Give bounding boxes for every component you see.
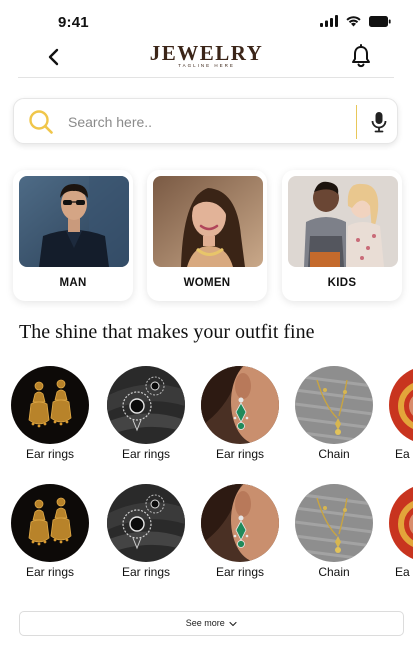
see-more-button[interactable]: See more <box>19 611 404 636</box>
product-label: Ear rings <box>121 565 171 579</box>
section-tagline: The shine that makes your outfit fine <box>19 321 315 343</box>
product-image-bangles <box>389 484 413 562</box>
product-image-ear-rings <box>201 366 279 444</box>
product-label: Ear rings <box>25 447 75 461</box>
product-image-bangles <box>389 366 413 444</box>
battery-icon <box>369 16 391 27</box>
product-item[interactable]: Ear rings <box>11 484 93 584</box>
product-item[interactable]: Chain <box>295 484 377 584</box>
search-icon[interactable] <box>28 109 54 135</box>
product-label: Chain <box>318 565 350 579</box>
chevron-down-icon <box>229 621 237 626</box>
category-card-women[interactable]: WOMEN <box>147 170 267 301</box>
product-label: Chain <box>318 447 350 461</box>
category-image-women <box>153 176 263 267</box>
product-item[interactable]: Ea <box>389 366 413 466</box>
notification-button[interactable] <box>350 44 372 68</box>
product-item[interactable]: Ear rings <box>107 484 189 584</box>
status-icons <box>320 15 391 27</box>
category-card-man[interactable]: MAN <box>13 170 133 301</box>
product-item[interactable]: Ear rings <box>11 366 93 466</box>
category-image-man <box>19 176 129 267</box>
product-image-chain <box>295 366 373 444</box>
product-label: Ea <box>395 447 410 461</box>
product-image-ear-rings <box>11 366 89 444</box>
product-image-ear-rings <box>11 484 89 562</box>
category-card-kids[interactable]: KIDS <box>282 170 402 301</box>
search-divider <box>356 105 357 139</box>
signal-icon <box>320 15 338 27</box>
category-image-kids <box>288 176 398 267</box>
product-image-chain <box>295 484 373 562</box>
microphone-icon <box>371 112 387 133</box>
product-label: Ear rings <box>215 565 265 579</box>
product-item[interactable]: Ea <box>389 484 413 584</box>
header-divider <box>18 77 394 78</box>
product-image-ear-rings <box>201 484 279 562</box>
product-item[interactable]: Ear rings <box>201 484 283 584</box>
product-label: Ear rings <box>121 447 171 461</box>
search-input[interactable] <box>68 110 348 134</box>
search-bar <box>13 98 398 144</box>
product-label: Ear rings <box>25 565 75 579</box>
status-time: 9:41 <box>58 14 89 31</box>
product-image-ear-rings <box>107 366 185 444</box>
voice-search-button[interactable] <box>368 110 390 134</box>
product-item[interactable]: Ear rings <box>201 366 283 466</box>
product-label: Ear rings <box>215 447 265 461</box>
see-more-label: See more <box>185 618 225 628</box>
app-header: JEWELRY TAGLINE HERE <box>0 40 413 78</box>
product-item[interactable]: Chain <box>295 366 377 466</box>
status-bar: 9:41 <box>0 0 413 44</box>
app-screen: 9:41 JEWELRY TAGLINE HERE Search here.. … <box>0 0 413 652</box>
bell-icon <box>352 44 370 68</box>
product-item[interactable]: Ear rings <box>107 366 189 466</box>
category-label: MAN <box>59 277 87 289</box>
wifi-icon <box>346 16 361 27</box>
category-label: WOMEN <box>183 277 231 289</box>
product-label: Ea <box>395 565 410 579</box>
category-label: KIDS <box>327 277 357 289</box>
product-image-ear-rings <box>107 484 185 562</box>
